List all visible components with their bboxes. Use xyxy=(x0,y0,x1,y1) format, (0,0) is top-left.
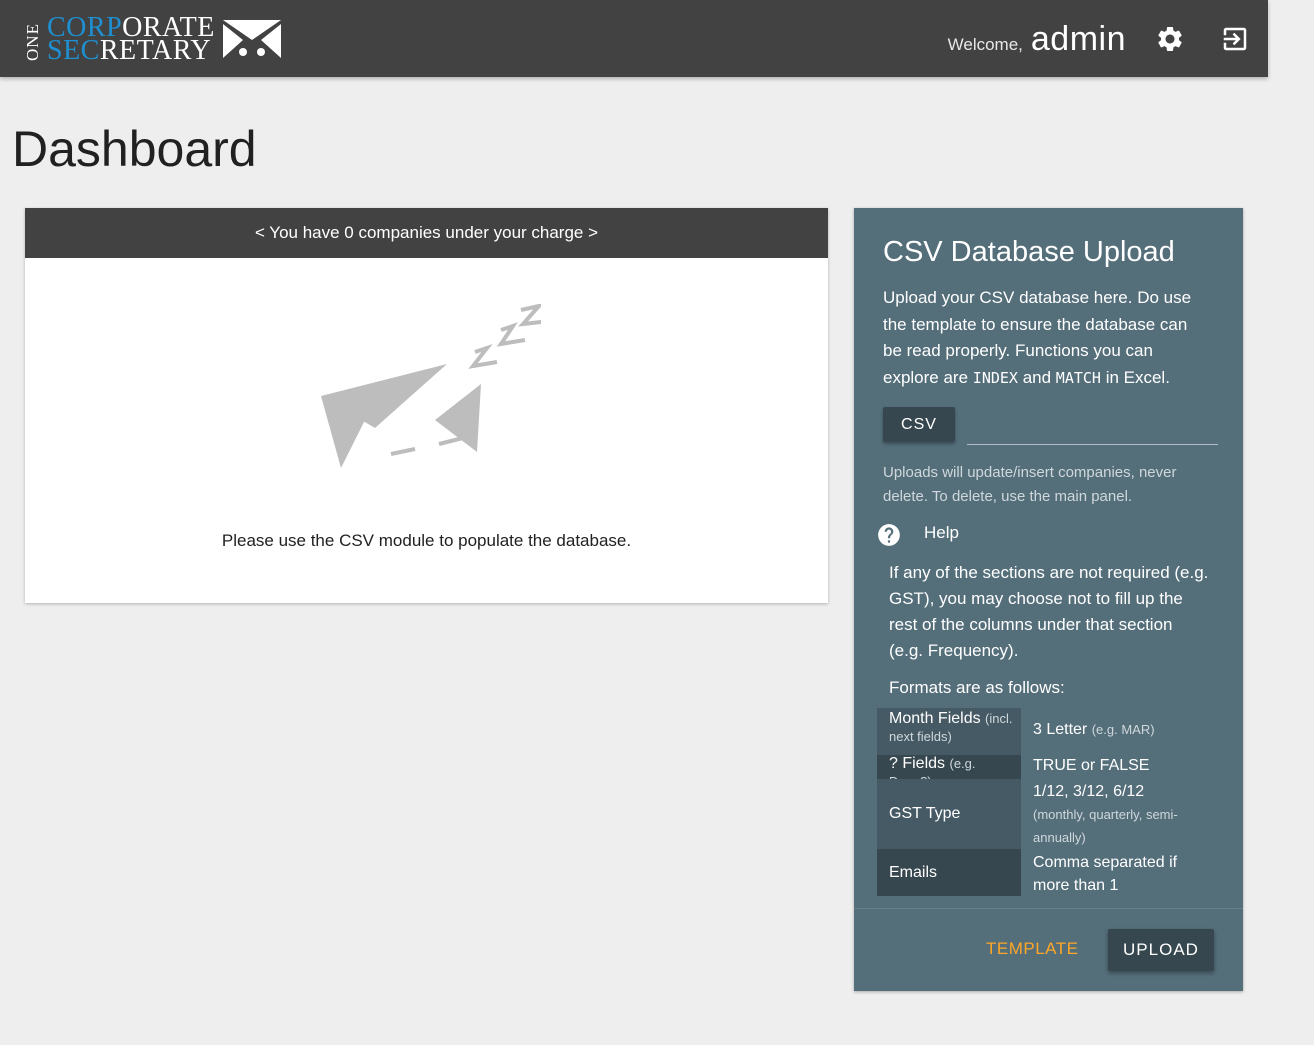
card-actions-divider xyxy=(854,908,1243,909)
format-key-cell: Emails xyxy=(877,849,1021,896)
format-value-cell: 3 Letter (e.g. MAR) xyxy=(1033,721,1155,738)
format-value-cell: 1/12, 3/12, 6/12 (monthly, quarterly, sem… xyxy=(1033,783,1178,845)
empty-state-message: Please use the CSV module to populate th… xyxy=(221,531,632,550)
format-key-cell: Month Fields (incl. next fields) xyxy=(877,708,1021,756)
logo-line-2: SECRETARY xyxy=(47,35,212,66)
format-key-cell: GST Type xyxy=(877,779,1021,849)
app-logo[interactable]: ONE CORPORATE SECRETARY xyxy=(22,14,286,66)
username: admin xyxy=(1030,20,1126,58)
code-match: MATCH xyxy=(1055,368,1101,387)
template-button[interactable]: TEMPLATE xyxy=(980,935,1084,963)
upload-note: Uploads will update/insert companies, ne… xyxy=(883,464,1177,505)
companies-card-header: < You have 0 companies under your charge… xyxy=(25,208,828,258)
format-value-cell: TRUE or FALSE xyxy=(1033,757,1150,774)
csv-card-description: Upload your CSV database here. Do use th… xyxy=(883,288,1192,387)
top-bar: ONE CORPORATE SECRETARY Welcome, admin xyxy=(0,0,1268,77)
formats-label: Formats are as follows: xyxy=(889,678,1065,697)
sleeping-envelope-icon xyxy=(321,304,541,468)
csv-card-title: CSV Database Upload xyxy=(883,236,1175,268)
help-circle-icon xyxy=(878,524,900,546)
format-value-cell: Comma separated if more than 1 xyxy=(1033,854,1178,894)
gear-icon[interactable] xyxy=(1155,24,1185,54)
companies-card: < You have 0 companies under your charge… xyxy=(25,208,828,603)
csv-upload-card: CSV Database Upload Upload your CSV data… xyxy=(854,208,1243,991)
logout-icon[interactable] xyxy=(1220,24,1250,54)
envelope-logo-icon xyxy=(223,20,281,58)
page-title: Dashboard xyxy=(12,121,257,177)
csv-file-button[interactable]: CSV xyxy=(883,407,955,442)
welcome-label: Welcome, xyxy=(947,35,1023,54)
file-path-input[interactable] xyxy=(967,420,1218,445)
code-index: INDEX xyxy=(972,368,1018,387)
help-text: If any of the sections are not required … xyxy=(889,563,1209,660)
help-label: Help xyxy=(924,523,959,542)
welcome-text: Welcome, admin xyxy=(948,20,1126,59)
upload-button[interactable]: UPLOAD xyxy=(1108,929,1214,971)
format-key-cell: ? Fields (e.g. Done?) xyxy=(877,755,1021,789)
logo-one-text: ONE xyxy=(22,23,42,61)
